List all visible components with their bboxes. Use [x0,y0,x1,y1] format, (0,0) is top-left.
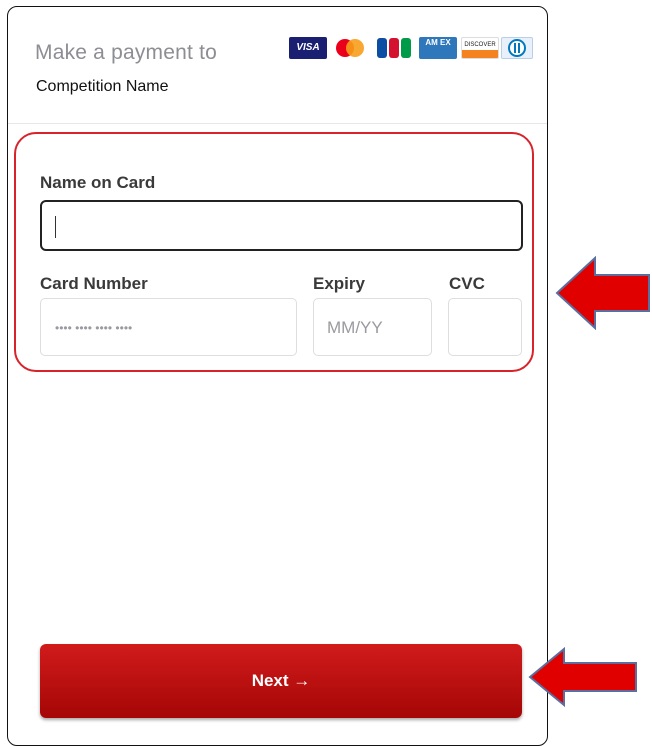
jcb-icon [377,38,411,58]
discover-logo: DISCOVER [461,37,499,59]
annotation-arrow-next [528,647,637,707]
visa-logo: VISA [289,37,327,59]
diners-logo [501,37,533,59]
next-button[interactable]: Next → [40,644,522,718]
jcb-logo [375,37,413,59]
mastercard-logo [331,37,369,59]
amex-logo: AM EX [419,37,457,59]
recipient-name: Competition Name [36,78,169,95]
highlight-outline [14,132,534,372]
diners-icon [508,39,526,57]
mastercard-icon [336,39,364,57]
payment-header: Make a payment to Competition Name VISA [8,7,547,124]
payment-panel: Make a payment to Competition Name VISA [7,6,548,746]
payment-title: Make a payment to [35,41,217,64]
annotation-arrow-fields [555,256,650,330]
